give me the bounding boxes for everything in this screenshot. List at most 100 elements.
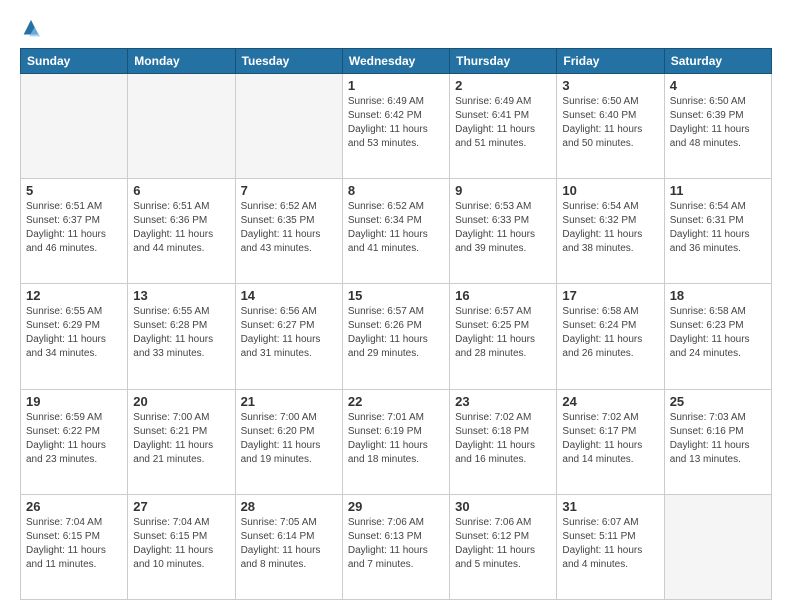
- day-number: 10: [562, 183, 658, 198]
- day-info: Sunrise: 7:04 AM Sunset: 6:15 PM Dayligh…: [133, 516, 229, 572]
- day-info: Sunrise: 6:58 AM Sunset: 6:23 PM Dayligh…: [670, 305, 766, 361]
- day-info: Sunrise: 6:54 AM Sunset: 6:32 PM Dayligh…: [562, 200, 658, 256]
- day-info: Sunrise: 6:49 AM Sunset: 6:41 PM Dayligh…: [455, 95, 551, 151]
- calendar-cell: 17 Sunrise: 6:58 AM Sunset: 6:24 PM Dayli…: [557, 284, 664, 389]
- day-info: Sunrise: 6:55 AM Sunset: 6:29 PM Dayligh…: [26, 305, 122, 361]
- column-header-friday: Friday: [557, 49, 664, 74]
- day-info: Sunrise: 6:54 AM Sunset: 6:31 PM Dayligh…: [670, 200, 766, 256]
- day-number: 24: [562, 394, 658, 409]
- day-number: 4: [670, 78, 766, 93]
- calendar-cell: 7Sunrise: 6:52 AM Sunset: 6:35 PM Daylig…: [235, 179, 342, 284]
- day-info: Sunrise: 6:52 AM Sunset: 6:34 PM Dayligh…: [348, 200, 444, 256]
- day-info: Sunrise: 6:53 AM Sunset: 6:33 PM Dayligh…: [455, 200, 551, 256]
- calendar-cell: 19 Sunrise: 6:59 AM Sunset: 6:22 PM Dayli…: [21, 389, 128, 494]
- column-header-wednesday: Wednesday: [342, 49, 449, 74]
- day-info: Sunrise: 7:03 AM Sunset: 6:16 PM Dayligh…: [670, 411, 766, 467]
- page: SundayMondayTuesdayWednesdayThursdayFrid…: [0, 0, 792, 612]
- day-number: 26: [26, 499, 122, 514]
- day-info: Sunrise: 6:57 AM Sunset: 6:26 PM Dayligh…: [348, 305, 444, 361]
- calendar-cell: 21 Sunrise: 7:00 AM Sunset: 6:20 PM Dayli…: [235, 389, 342, 494]
- calendar-cell: [664, 494, 771, 599]
- calendar-cell: 4 Sunrise: 6:50 AM Sunset: 6:39 PM Daylig…: [664, 74, 771, 179]
- week-row-2: 5Sunrise: 6:51 AM Sunset: 6:37 PM Daylig…: [21, 179, 772, 284]
- calendar-cell: 27 Sunrise: 7:04 AM Sunset: 6:15 PM Dayli…: [128, 494, 235, 599]
- day-number: 27: [133, 499, 229, 514]
- day-info: Sunrise: 6:07 AM Sunset: 5:11 PM Dayligh…: [562, 516, 658, 572]
- calendar-cell: 28Sunrise: 7:05 AM Sunset: 6:14 PM Dayli…: [235, 494, 342, 599]
- day-number: 20: [133, 394, 229, 409]
- day-number: 17: [562, 288, 658, 303]
- calendar-cell: 16 Sunrise: 6:57 AM Sunset: 6:25 PM Dayli…: [450, 284, 557, 389]
- day-number: 16: [455, 288, 551, 303]
- calendar-cell: 12 Sunrise: 6:55 AM Sunset: 6:29 PM Dayli…: [21, 284, 128, 389]
- day-number: 21: [241, 394, 337, 409]
- calendar-cell: 29 Sunrise: 7:06 AM Sunset: 6:13 PM Dayli…: [342, 494, 449, 599]
- calendar-cell: 6 Sunrise: 6:51 AM Sunset: 6:36 PM Daylig…: [128, 179, 235, 284]
- logo: [20, 18, 46, 40]
- column-header-saturday: Saturday: [664, 49, 771, 74]
- calendar-cell: 31 Sunrise: 6:07 AM Sunset: 5:11 PM Dayli…: [557, 494, 664, 599]
- calendar-cell: 24Sunrise: 7:02 AM Sunset: 6:17 PM Dayli…: [557, 389, 664, 494]
- calendar-cell: [235, 74, 342, 179]
- week-row-4: 19 Sunrise: 6:59 AM Sunset: 6:22 PM Dayli…: [21, 389, 772, 494]
- day-number: 9: [455, 183, 551, 198]
- day-number: 31: [562, 499, 658, 514]
- day-info: Sunrise: 7:06 AM Sunset: 6:13 PM Dayligh…: [348, 516, 444, 572]
- day-number: 29: [348, 499, 444, 514]
- calendar-table: SundayMondayTuesdayWednesdayThursdayFrid…: [20, 48, 772, 600]
- day-info: Sunrise: 6:50 AM Sunset: 6:40 PM Dayligh…: [562, 95, 658, 151]
- day-number: 15: [348, 288, 444, 303]
- calendar-cell: 15 Sunrise: 6:57 AM Sunset: 6:26 PM Dayli…: [342, 284, 449, 389]
- day-info: Sunrise: 6:50 AM Sunset: 6:39 PM Dayligh…: [670, 95, 766, 151]
- calendar-cell: [128, 74, 235, 179]
- day-number: 18: [670, 288, 766, 303]
- calendar-header-row: SundayMondayTuesdayWednesdayThursdayFrid…: [21, 49, 772, 74]
- column-header-sunday: Sunday: [21, 49, 128, 74]
- calendar-cell: 2 Sunrise: 6:49 AM Sunset: 6:41 PM Daylig…: [450, 74, 557, 179]
- calendar-cell: 11Sunrise: 6:54 AM Sunset: 6:31 PM Dayli…: [664, 179, 771, 284]
- day-number: 22: [348, 394, 444, 409]
- week-row-5: 26 Sunrise: 7:04 AM Sunset: 6:15 PM Dayli…: [21, 494, 772, 599]
- day-number: 25: [670, 394, 766, 409]
- day-number: 12: [26, 288, 122, 303]
- day-number: 28: [241, 499, 337, 514]
- day-info: Sunrise: 6:59 AM Sunset: 6:22 PM Dayligh…: [26, 411, 122, 467]
- calendar-cell: [21, 74, 128, 179]
- day-info: Sunrise: 7:00 AM Sunset: 6:21 PM Dayligh…: [133, 411, 229, 467]
- day-info: Sunrise: 6:57 AM Sunset: 6:25 PM Dayligh…: [455, 305, 551, 361]
- day-number: 2: [455, 78, 551, 93]
- calendar-cell: 20 Sunrise: 7:00 AM Sunset: 6:21 PM Dayli…: [128, 389, 235, 494]
- day-info: Sunrise: 6:51 AM Sunset: 6:36 PM Dayligh…: [133, 200, 229, 256]
- day-number: 30: [455, 499, 551, 514]
- day-number: 5: [26, 183, 122, 198]
- week-row-3: 12 Sunrise: 6:55 AM Sunset: 6:29 PM Dayli…: [21, 284, 772, 389]
- header: [20, 18, 772, 40]
- column-header-thursday: Thursday: [450, 49, 557, 74]
- day-info: Sunrise: 7:00 AM Sunset: 6:20 PM Dayligh…: [241, 411, 337, 467]
- calendar-cell: 5Sunrise: 6:51 AM Sunset: 6:37 PM Daylig…: [21, 179, 128, 284]
- day-number: 14: [241, 288, 337, 303]
- day-number: 19: [26, 394, 122, 409]
- calendar-cell: 30 Sunrise: 7:06 AM Sunset: 6:12 PM Dayli…: [450, 494, 557, 599]
- day-info: Sunrise: 6:56 AM Sunset: 6:27 PM Dayligh…: [241, 305, 337, 361]
- day-number: 1: [348, 78, 444, 93]
- day-info: Sunrise: 6:49 AM Sunset: 6:42 PM Dayligh…: [348, 95, 444, 151]
- calendar-cell: 23Sunrise: 7:02 AM Sunset: 6:18 PM Dayli…: [450, 389, 557, 494]
- day-info: Sunrise: 6:55 AM Sunset: 6:28 PM Dayligh…: [133, 305, 229, 361]
- day-number: 8: [348, 183, 444, 198]
- column-header-monday: Monday: [128, 49, 235, 74]
- calendar-cell: 10 Sunrise: 6:54 AM Sunset: 6:32 PM Dayli…: [557, 179, 664, 284]
- day-info: Sunrise: 6:52 AM Sunset: 6:35 PM Dayligh…: [241, 200, 337, 256]
- calendar-cell: 22 Sunrise: 7:01 AM Sunset: 6:19 PM Dayli…: [342, 389, 449, 494]
- day-info: Sunrise: 6:58 AM Sunset: 6:24 PM Dayligh…: [562, 305, 658, 361]
- column-header-tuesday: Tuesday: [235, 49, 342, 74]
- day-info: Sunrise: 7:01 AM Sunset: 6:19 PM Dayligh…: [348, 411, 444, 467]
- logo-icon: [20, 18, 42, 40]
- calendar-cell: 13Sunrise: 6:55 AM Sunset: 6:28 PM Dayli…: [128, 284, 235, 389]
- calendar-cell: 1 Sunrise: 6:49 AM Sunset: 6:42 PM Daylig…: [342, 74, 449, 179]
- day-info: Sunrise: 7:06 AM Sunset: 6:12 PM Dayligh…: [455, 516, 551, 572]
- day-number: 6: [133, 183, 229, 198]
- calendar-cell: 14 Sunrise: 6:56 AM Sunset: 6:27 PM Dayli…: [235, 284, 342, 389]
- day-number: 3: [562, 78, 658, 93]
- calendar-cell: 8 Sunrise: 6:52 AM Sunset: 6:34 PM Daylig…: [342, 179, 449, 284]
